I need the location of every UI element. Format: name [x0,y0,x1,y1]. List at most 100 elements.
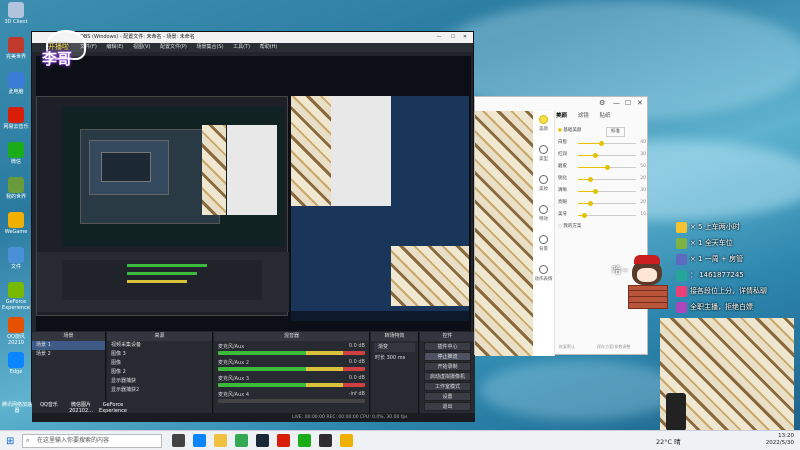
preset-select[interactable]: 标准 [606,127,625,137]
beauty-slider[interactable]: 白皙 40 [556,137,648,149]
obs-preview-canvas[interactable] [36,56,471,331]
start-recording-button[interactable]: 开始录制 [424,362,471,371]
desktop-icon[interactable]: 此电脑 [2,72,30,95]
desktop-icon[interactable]: QQ旋风 20210 [2,317,30,346]
side-item-expression[interactable]: 动作表情 [533,261,554,291]
maximize-icon[interactable]: ☐ [625,99,631,107]
desktop-icon[interactable]: GeForce Experience [2,282,30,311]
netease-icon[interactable] [277,434,290,447]
desktop-icon[interactable]: 网易云音乐 [2,107,30,130]
transition-duration[interactable]: 时长 300 ms [371,354,418,363]
mixer-channel[interactable]: 麦克风/Aux 0.0 dB [214,341,369,357]
taskbar-search[interactable]: ⌕ 在这里输入你要搜索的内容 [22,434,162,448]
desktop-icon[interactable]: 文件 [2,247,30,270]
tab-sticker[interactable]: 贴纸 [600,113,611,119]
menu-scene-collection[interactable]: 场景集合(S) [196,44,223,50]
beauty-settings-panel[interactable]: ⚙ — ☐ ✕ 美颜 美型 美妆 特效 背景 动作表情 美颜 滤镜 贴纸 ● 基… [474,96,648,356]
source-item[interactable]: 图像 3 [107,350,212,359]
beauty-slider[interactable]: 亮眼 20 [556,197,648,209]
desktop-icon[interactable]: 我的世界 [2,177,30,200]
plugin-center-button[interactable]: 插件中心 [424,342,471,351]
desktop-icon[interactable]: Edge [2,352,30,375]
scene-item[interactable]: 场景 1 [32,341,105,350]
slider-track[interactable] [578,177,636,182]
menu-edit[interactable]: 编辑(E) [106,44,123,50]
beauty-titlebar[interactable]: ⚙ — ☐ ✕ [475,97,647,111]
close-icon[interactable]: ✕ [637,99,643,107]
desktop-icon[interactable]: 微信 [2,142,30,165]
chrome-icon[interactable] [235,434,248,447]
slider-track[interactable] [578,141,636,146]
beauty-slider[interactable]: 磨皮 50 [556,161,648,173]
desktop-icon[interactable]: WeGame [2,212,30,235]
obs-icon[interactable] [319,434,332,447]
desktop-icon[interactable]: 微信图片 202102... [66,402,96,414]
source-item[interactable]: 显示器捕获 [107,377,212,386]
beauty-slider[interactable]: 清晰 30 [556,185,648,197]
slider-track[interactable] [578,165,636,170]
transition-select[interactable]: 渐变 [374,343,415,352]
menu-tools[interactable]: 工具(T) [233,44,250,50]
tab-beauty[interactable]: 美颜 [556,113,567,119]
slider-knob[interactable] [587,177,593,182]
desktop-icon[interactable]: QQ音乐 [34,402,64,408]
slider-knob[interactable] [581,213,587,218]
source-item[interactable]: 图像 [107,359,212,368]
slider-knob[interactable] [593,189,599,194]
slider-knob[interactable] [599,141,605,146]
beauty-slider[interactable]: 美牙 10 [556,209,648,221]
wechat-icon[interactable] [298,434,311,447]
slider-knob[interactable] [605,165,610,170]
desktop-icon[interactable]: GeForce Experience [98,402,128,414]
side-item-background[interactable]: 背景 [533,231,554,261]
slider-track[interactable] [578,153,636,158]
beauty-slider[interactable]: 锐化 20 [556,173,648,185]
menu-help[interactable]: 帮助(H) [260,44,278,50]
side-item-shape[interactable]: 美型 [533,141,554,171]
stop-stream-button[interactable]: 停止推流 [424,352,471,361]
studio-mode-button[interactable]: 工作室模式 [424,382,471,391]
source-item[interactable]: 图像 2 [107,368,212,377]
menu-profile[interactable]: 配置文件(P) [160,44,187,50]
steam-icon[interactable] [256,434,269,447]
side-item-effect[interactable]: 特效 [533,201,554,231]
side-item-makeup[interactable]: 美妆 [533,171,554,201]
exit-button[interactable]: 退出 [424,402,471,411]
source-item[interactable]: 视频采集设备 [107,341,212,350]
desktop-icon[interactable]: 3D Client [2,2,30,25]
obs-titlebar[interactable]: OBS (Windows) - 配置文件: 未命名 - 场景: 未命名 — ☐ … [32,32,473,43]
save-preset-link[interactable]: 保存方案/参数调整 [597,344,630,350]
menu-view[interactable]: 视图(V) [133,44,150,50]
mixer-channel[interactable]: 麦克风/Aux 2 0.0 dB [214,357,369,373]
weather-widget[interactable]: 22°C 晴 [656,436,681,446]
minimize-icon[interactable]: — [613,99,620,107]
task-view-icon[interactable] [172,434,185,447]
close-button[interactable]: ✕ [459,32,471,43]
virtual-camera-button[interactable]: 启动虚拟摄像机 [424,372,471,381]
slider-track[interactable] [578,213,636,218]
source-item[interactable]: 显示器捕获2 [107,386,212,395]
settings-icon[interactable]: ⚙ [599,99,605,107]
edge-icon[interactable] [193,434,206,447]
desktop-icon[interactable]: 腾讯网络加速器 [2,402,32,414]
minimize-button[interactable]: — [433,32,445,43]
slider-knob[interactable] [593,153,599,158]
desktop-icon[interactable]: 完美世界 [2,37,30,60]
explorer-icon[interactable] [214,434,227,447]
beauty-slider[interactable]: 红润 30 [556,149,648,161]
preset-row[interactable]: ● 基础美颜 标准 [556,125,648,137]
start-icon[interactable]: ⊞ [6,436,14,447]
reset-default-link[interactable]: 恢复默认 [559,344,575,350]
slider-track[interactable] [578,201,636,206]
tab-filter[interactable]: 滤镜 [578,113,589,119]
preset-name-row[interactable]: ○ 我的方案 [556,221,648,233]
scene-item[interactable]: 场景 2 [32,350,105,359]
slider-knob[interactable] [587,201,593,206]
obs-window[interactable]: OBS (Windows) - 配置文件: 未命名 - 场景: 未命名 — ☐ … [31,31,475,422]
side-item-beauty[interactable]: 美颜 [533,111,554,141]
mixer-channel[interactable]: 麦克风/Aux 4 -inf dB [214,389,369,405]
maximize-button[interactable]: ☐ [447,32,459,43]
system-clock[interactable]: 13:20 2022/5/30 [766,433,794,447]
slider-track[interactable] [578,189,636,194]
settings-button[interactable]: 设置 [424,392,471,401]
